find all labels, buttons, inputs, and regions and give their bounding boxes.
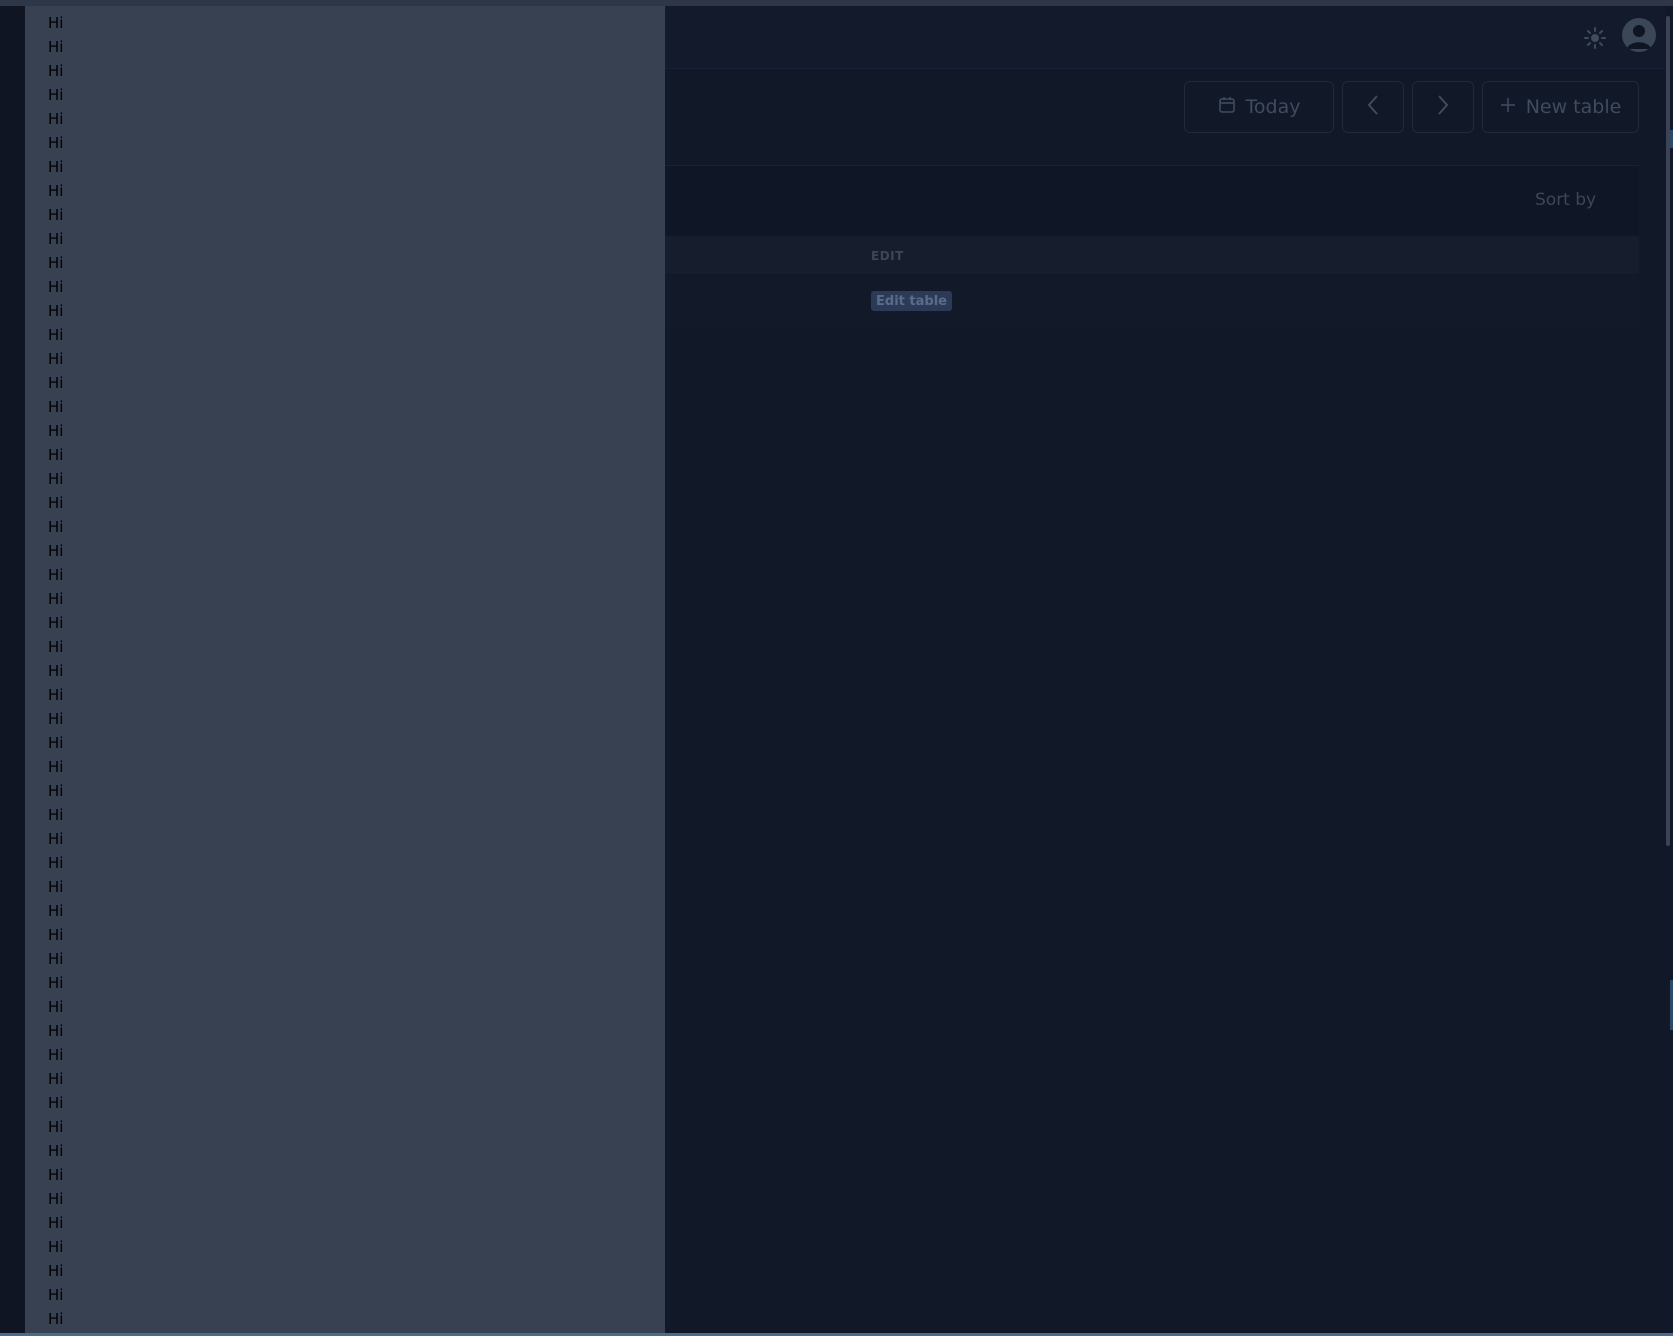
- list-item: Hi: [48, 1142, 64, 1160]
- list-item: Hi: [48, 998, 64, 1016]
- list-item: Hi: [48, 470, 64, 488]
- list-item: Hi: [48, 566, 64, 584]
- list-item: Hi: [48, 518, 64, 536]
- list-item: Hi: [48, 230, 64, 248]
- list-item: Hi: [48, 1238, 64, 1256]
- user-avatar-icon[interactable]: [1622, 18, 1656, 52]
- list-item: Hi: [48, 446, 64, 464]
- list-item: Hi: [48, 1214, 64, 1232]
- left-edge-strip: [0, 6, 25, 1333]
- next-button[interactable]: [1412, 81, 1474, 133]
- list-item: Hi: [48, 758, 64, 776]
- today-button[interactable]: Today: [1184, 81, 1334, 133]
- list-item: Hi: [48, 134, 64, 152]
- plus-icon: [1500, 96, 1516, 118]
- list-item: Hi: [48, 110, 64, 128]
- list-item: Hi: [48, 14, 64, 32]
- list-item: Hi: [48, 206, 64, 224]
- list-item: Hi: [48, 686, 64, 704]
- sun-icon[interactable]: [1583, 26, 1607, 50]
- calendar-icon: [1218, 96, 1236, 119]
- app-header: [665, 6, 1665, 69]
- list-item: Hi: [48, 278, 64, 296]
- list-item: Hi: [48, 1286, 64, 1304]
- list-item: Hi: [48, 974, 64, 992]
- list-item: Hi: [48, 1262, 64, 1280]
- table-row: [665, 276, 1639, 326]
- list-item: Hi: [48, 494, 64, 512]
- new-table-label: New table: [1525, 96, 1622, 118]
- list-item: Hi: [48, 326, 64, 344]
- list-item: Hi: [48, 710, 64, 728]
- list-item: Hi: [48, 878, 64, 896]
- list-item: Hi: [48, 302, 64, 320]
- list-item: Hi: [48, 374, 64, 392]
- list-toolbar: [665, 165, 1639, 235]
- list-item: Hi: [48, 1166, 64, 1184]
- list-item: Hi: [48, 38, 64, 56]
- previous-button[interactable]: [1342, 81, 1404, 133]
- list-item: Hi: [48, 1118, 64, 1136]
- list-item: Hi: [48, 182, 64, 200]
- edit-table-button[interactable]: Edit table: [871, 291, 952, 311]
- list-item: Hi: [48, 1310, 64, 1328]
- chevron-right-icon: [1435, 93, 1451, 122]
- list-item: Hi: [48, 806, 64, 824]
- column-header-edit: EDIT: [871, 249, 904, 263]
- list-item: Hi: [48, 902, 64, 920]
- list-item: Hi: [48, 590, 64, 608]
- table-header: [665, 236, 1639, 274]
- new-table-button[interactable]: New table: [1482, 81, 1639, 133]
- list-item: Hi: [48, 638, 64, 656]
- list-item: Hi: [48, 86, 64, 104]
- list-item: Hi: [48, 254, 64, 272]
- list-item: Hi: [48, 854, 64, 872]
- list-item: Hi: [48, 926, 64, 944]
- sort-by-control[interactable]: Sort by: [1535, 190, 1596, 210]
- list-item: Hi: [48, 1190, 64, 1208]
- list-item: Hi: [48, 1046, 64, 1064]
- list-item: Hi: [48, 62, 64, 80]
- list-item: Hi: [48, 350, 64, 368]
- chevron-left-icon: [1365, 93, 1381, 122]
- list-item: Hi: [48, 422, 64, 440]
- side-drawer: Hi Hi Hi Hi Hi Hi Hi Hi Hi Hi Hi Hi Hi Hi Hi Hi Hi Hi Hi Hi…: [25, 6, 665, 1333]
- today-label: Today: [1245, 96, 1301, 118]
- list-item: Hi: [48, 950, 64, 968]
- list-item: Hi: [48, 1070, 64, 1088]
- list-item: Hi: [48, 662, 64, 680]
- list-item: Hi: [48, 830, 64, 848]
- list-item: Hi: [48, 398, 64, 416]
- list-item: Hi: [48, 1022, 64, 1040]
- list-item: Hi: [48, 542, 64, 560]
- list-item: Hi: [48, 734, 64, 752]
- list-item: Hi: [48, 1094, 64, 1112]
- list-item: Hi: [48, 614, 64, 632]
- list-item: Hi: [48, 158, 64, 176]
- list-item: Hi: [48, 782, 64, 800]
